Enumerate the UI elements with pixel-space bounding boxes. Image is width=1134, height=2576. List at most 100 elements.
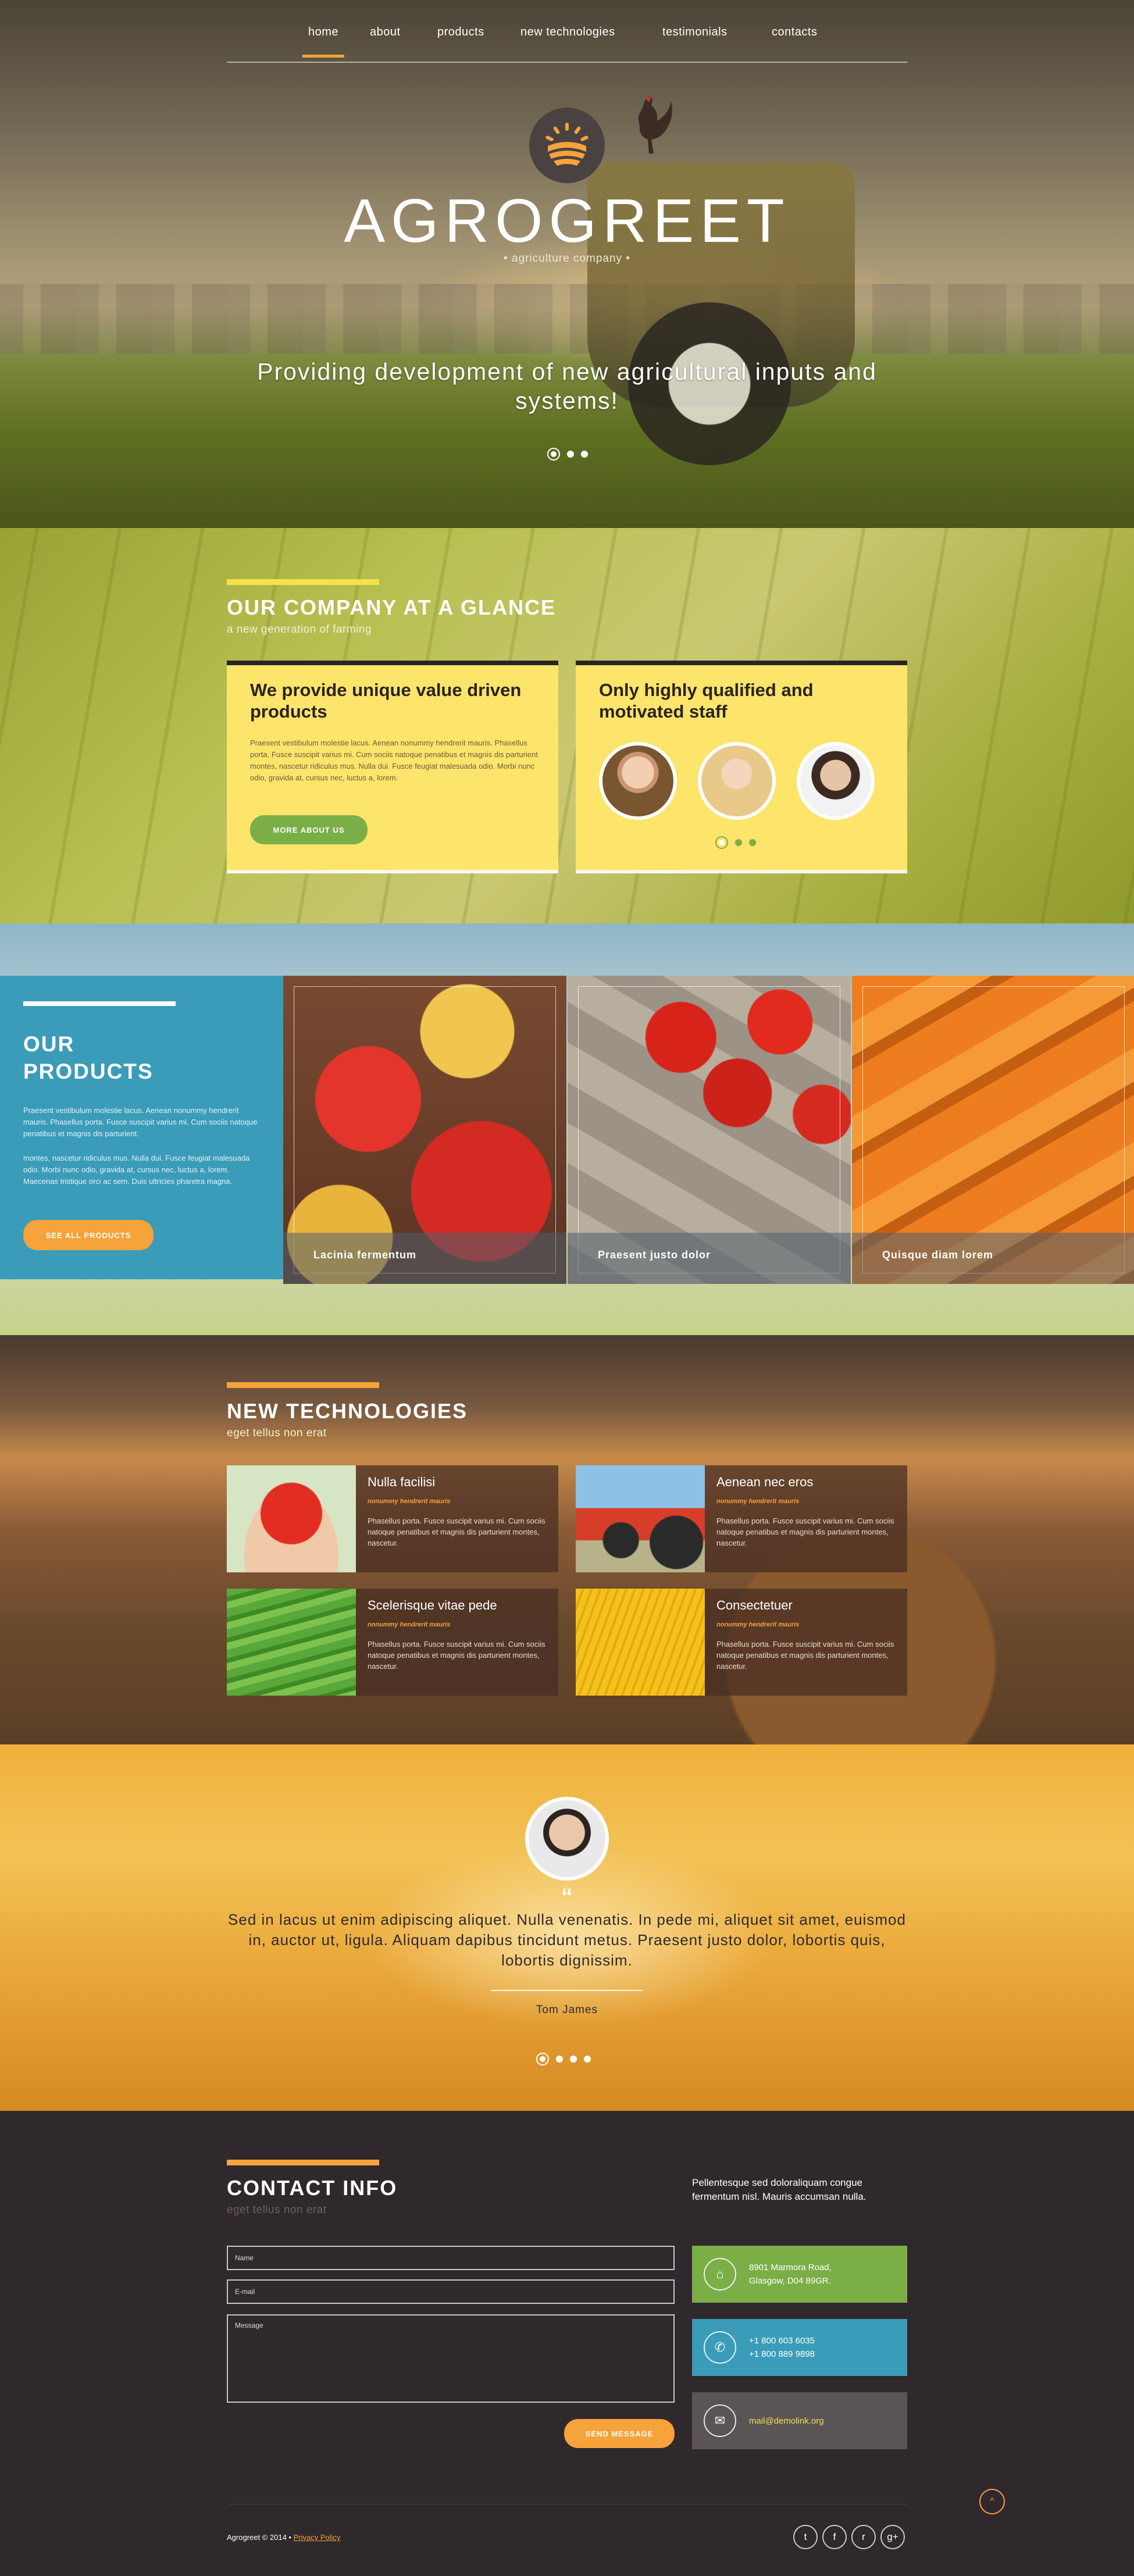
corn-thumbnail <box>576 1589 705 1696</box>
address-box: ⌂ 8901 Marmora Road, Glasgow, D04 89GR. <box>692 2246 907 2303</box>
products-accent-bar <box>23 1001 176 1006</box>
value-card-text: Praesent vestibulum molestie lacus. Aene… <box>250 738 538 782</box>
tech-item-title: Scelerisque vitae pede <box>368 1598 497 1612</box>
brand-subtitle: • agriculture company • <box>504 252 630 265</box>
tile-frame <box>578 986 840 1273</box>
staff-avatar-2[interactable] <box>698 742 776 820</box>
staff-avatar-1[interactable] <box>599 742 677 820</box>
mail-icon: ✉ <box>704 2404 736 2437</box>
staff-dot-1[interactable] <box>715 836 728 849</box>
staff-avatar-3[interactable] <box>797 742 875 820</box>
tech-item-meta: nonummy hendrerit mauris <box>716 1621 800 1628</box>
staff-slider-dots <box>715 836 756 849</box>
nav-products[interactable]: products <box>437 26 484 39</box>
products-intro-panel: OUR PRODUCTS Praesent vestibulum molesti… <box>0 976 283 1279</box>
testimonial-slider-dots <box>536 2053 591 2065</box>
rooster-icon <box>638 97 672 154</box>
product-tile-2[interactable]: Praesent justo dolor <box>568 976 851 1284</box>
nav-about[interactable]: about <box>370 26 401 39</box>
email-link[interactable]: mail@demolink.org <box>749 2414 824 2428</box>
address-text: 8901 Marmora Road, Glasgow, D04 89GR. <box>749 2263 832 2286</box>
testimonial-dot-4[interactable] <box>584 2056 591 2063</box>
hero-dot-2[interactable] <box>567 451 574 458</box>
beans-thumbnail <box>227 1589 356 1696</box>
nav-new-technologies[interactable]: new technologies <box>520 26 615 39</box>
email-box: ✉ mail@demolink.org <box>692 2392 907 2449</box>
testimonial-dot-2[interactable] <box>556 2056 563 2063</box>
nav-home[interactable]: home <box>302 26 345 58</box>
nav-testimonials[interactable]: testimonials <box>662 26 728 39</box>
nav-contacts[interactable]: contacts <box>772 26 817 39</box>
company-section <box>0 528 1134 923</box>
rss-icon[interactable]: r <box>851 2525 876 2549</box>
privacy-policy-link[interactable]: Privacy Policy <box>294 2533 341 2542</box>
google-plus-icon[interactable]: g+ <box>880 2525 905 2549</box>
product-caption-2: Praesent justo dolor <box>568 1233 851 1284</box>
phone-icon: ✆ <box>704 2331 736 2364</box>
testimonial-dot-3[interactable] <box>570 2056 577 2063</box>
phone-2[interactable]: +1 800 889 9898 <box>749 2347 815 2361</box>
tech-item-title: Nulla facilisi <box>368 1475 436 1489</box>
tile-frame <box>862 986 1125 1273</box>
message-field[interactable] <box>227 2314 675 2403</box>
scroll-to-top-button[interactable]: ^ <box>979 2489 1005 2514</box>
product-tile-3[interactable]: Quisque diam lorem <box>852 976 1134 1284</box>
company-title: OUR COMPANY AT A GLANCE <box>227 595 556 619</box>
products-text-1: Praesent vestibulum molestie lacus. Aene… <box>23 1106 258 1138</box>
tech-item-1[interactable]: Nulla facilisi nonummy hendrerit mauris … <box>227 1465 558 1572</box>
wheat-background <box>0 528 1134 923</box>
value-card: We provide unique value driven products … <box>227 661 558 870</box>
see-all-products-button[interactable]: SEE ALL PRODUCTS <box>23 1220 154 1250</box>
contact-subtitle: eget tellus non erat <box>227 2204 327 2216</box>
technologies-section <box>0 1335 1134 1744</box>
products-title-line1: OUR <box>23 1032 75 1056</box>
quote-divider <box>491 1990 643 1991</box>
phone-1[interactable]: +1 800 603 6035 <box>749 2334 815 2347</box>
send-message-button[interactable]: SEND MESSAGE <box>564 2419 675 2448</box>
hero-dot-3[interactable] <box>581 451 588 458</box>
hero-slider-dots <box>547 448 588 461</box>
products-text-2: montes, nascetur ridiculus mus. Nulla du… <box>23 1154 250 1186</box>
value-card-title: We provide unique value driven products <box>250 680 522 722</box>
main-nav: home about products new technologies tes… <box>227 0 907 63</box>
tech-item-text: Phasellus porta. Fusce suscipit varius m… <box>716 1640 894 1671</box>
tech-item-4[interactable]: Consectetuer nonummy hendrerit mauris Ph… <box>576 1589 907 1696</box>
products-title-line2: PRODUCTS <box>23 1059 154 1083</box>
contact-title: CONTACT INFO <box>227 2176 398 2200</box>
product-caption-3: Quisque diam lorem <box>852 1233 1134 1284</box>
name-field[interactable] <box>227 2246 675 2270</box>
staff-dot-3[interactable] <box>749 839 756 846</box>
staff-card-title: Only highly qualified and motivated staf… <box>599 680 814 722</box>
tech-item-3[interactable]: Scelerisque vitae pede nonummy hendrerit… <box>227 1589 558 1696</box>
email-field[interactable] <box>227 2279 675 2304</box>
products-title: OUR PRODUCTS <box>23 1030 154 1085</box>
twitter-icon[interactable]: t <box>793 2525 818 2549</box>
staff-dot-2[interactable] <box>735 839 742 846</box>
hero-dot-1[interactable] <box>547 448 560 461</box>
tech-item-title: Consectetuer <box>716 1598 793 1612</box>
product-tile-1[interactable]: Lacinia fermentum <box>283 976 566 1284</box>
staff-card: Only highly qualified and motivated staf… <box>576 661 907 870</box>
facebook-icon[interactable]: f <box>822 2525 847 2549</box>
copyright-text: Agrogreet © 2014 • <box>227 2533 291 2542</box>
tech-subtitle: eget tellus non erat <box>227 1427 327 1439</box>
tech-item-meta: nonummy hendrerit mauris <box>368 1621 451 1628</box>
tech-item-2[interactable]: Aenean nec eros nonummy hendrerit mauris… <box>576 1465 907 1572</box>
phone-numbers: +1 800 603 6035 +1 800 889 9898 <box>749 2334 815 2361</box>
city-skyline <box>0 284 1134 354</box>
logo-icon[interactable] <box>529 108 605 183</box>
testimonial-dot-1[interactable] <box>536 2053 549 2065</box>
chevron-up-icon: ^ <box>990 2496 994 2506</box>
testimonial-avatar <box>525 1797 609 1881</box>
apple-thumbnail <box>227 1465 356 1572</box>
testimonial-quote: Sed in lacus ut enim adipiscing aliquet.… <box>228 1911 906 1969</box>
phone-box: ✆ +1 800 603 6035 +1 800 889 9898 <box>692 2319 907 2376</box>
tech-item-text: Phasellus porta. Fusce suscipit varius m… <box>368 1517 545 1547</box>
tech-item-text: Phasellus porta. Fusce suscipit varius m… <box>368 1640 545 1671</box>
tech-item-meta: nonummy hendrerit mauris <box>368 1498 451 1505</box>
contact-intro: Pellentesque sed doloraliquam congue fer… <box>692 2177 866 2202</box>
company-subtitle: a new generation of farming <box>227 623 372 636</box>
home-icon: ⌂ <box>704 2258 736 2290</box>
more-about-us-button[interactable]: MORE ABOUT US <box>250 815 368 844</box>
testimonial-author: Tom James <box>536 2004 598 2016</box>
